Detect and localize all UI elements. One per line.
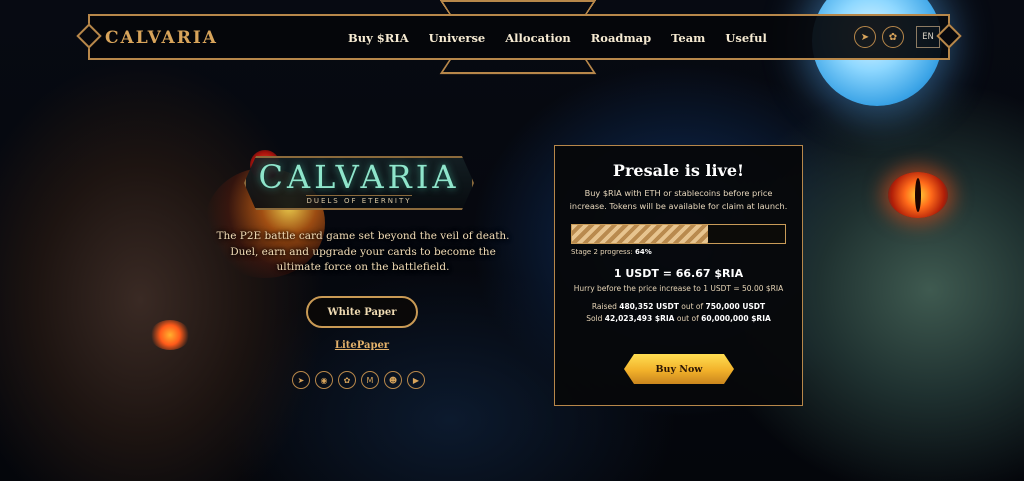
token-price: 1 USDT = 66.67 $RIA (613, 267, 744, 280)
nav-useful[interactable]: Useful (725, 31, 767, 45)
game-logo: CALVARIA DUELS OF ETERNITY (244, 156, 474, 210)
sold-prefix: Sold (586, 314, 603, 323)
nav-universe[interactable]: Universe (429, 31, 486, 45)
sold-target: 60,000,000 $RIA (701, 314, 771, 323)
sold-mid: out of (676, 314, 699, 323)
price-increase-note: Hurry before the price increase to 1 USD… (573, 284, 784, 293)
telegram-icon[interactable]: ➤ (292, 371, 310, 389)
raised-amount: Raised 480,352 USDT out of 750,000 USDT (555, 302, 802, 311)
nav-buy-ria[interactable]: Buy $RIA (348, 31, 409, 45)
stage-progress-text: Stage 2 progress: 64% (555, 248, 802, 256)
top-navbar: CALVARIA Buy $RIA Universe Allocation Ro… (88, 14, 950, 60)
game-logo-subtitle: DUELS OF ETERNITY (306, 197, 412, 205)
header-crest-bottom (439, 58, 597, 75)
stage-label: Stage 2 progress: (571, 248, 633, 256)
presale-description: Buy $RIA with ETH or stablecoins before … (569, 188, 788, 211)
raised-value: 480,352 USDT (619, 302, 679, 311)
raised-target: 750,000 USDT (705, 302, 766, 311)
main-nav: Buy $RIA Universe Allocation Roadmap Tea… (348, 31, 787, 45)
nav-roadmap[interactable]: Roadmap (591, 31, 651, 45)
twitter-icon[interactable]: ✿ (882, 26, 904, 48)
presale-title: Presale is live! (612, 161, 745, 180)
buy-now-button[interactable]: Buy Now (624, 354, 734, 384)
litepaper-link[interactable]: LitePaper (334, 340, 390, 351)
site-logo[interactable]: CALVARIA (105, 28, 218, 48)
language-button[interactable]: EN (916, 26, 940, 48)
twitter-icon[interactable]: ✿ (338, 371, 356, 389)
hero-socials: ➤ ◉ ✿ M ☻ ▶ (292, 371, 425, 389)
presale-card: Presale is live! Buy $RIA with ETH or st… (554, 145, 803, 406)
stage-value: 64% (634, 248, 652, 256)
raised-mid: out of (681, 302, 704, 311)
header-crest-top (439, 0, 597, 16)
presale-progress-bar (571, 224, 786, 244)
discord-icon[interactable]: ◉ (315, 371, 333, 389)
header-socials: ➤ ✿ EN (854, 26, 940, 48)
dragon-eye-graphic (888, 172, 948, 218)
reddit-icon[interactable]: ☻ (384, 371, 402, 389)
game-logo-title: CALVARIA (258, 158, 460, 196)
hero-tagline: The P2E battle card game set beyond the … (216, 230, 510, 273)
sold-amount: Sold 42,023,493 $RIA out of 60,000,000 $… (555, 314, 802, 323)
nav-allocation[interactable]: Allocation (505, 31, 571, 45)
ember-graphic (150, 320, 190, 350)
medium-icon[interactable]: M (361, 371, 379, 389)
youtube-icon[interactable]: ▶ (407, 371, 425, 389)
white-paper-button[interactable]: White Paper (306, 296, 418, 328)
nav-team[interactable]: Team (671, 31, 705, 45)
sold-value: 42,023,493 $RIA (604, 314, 675, 323)
raised-prefix: Raised (591, 302, 617, 311)
presale-progress-fill (572, 225, 709, 243)
telegram-icon[interactable]: ➤ (854, 26, 876, 48)
